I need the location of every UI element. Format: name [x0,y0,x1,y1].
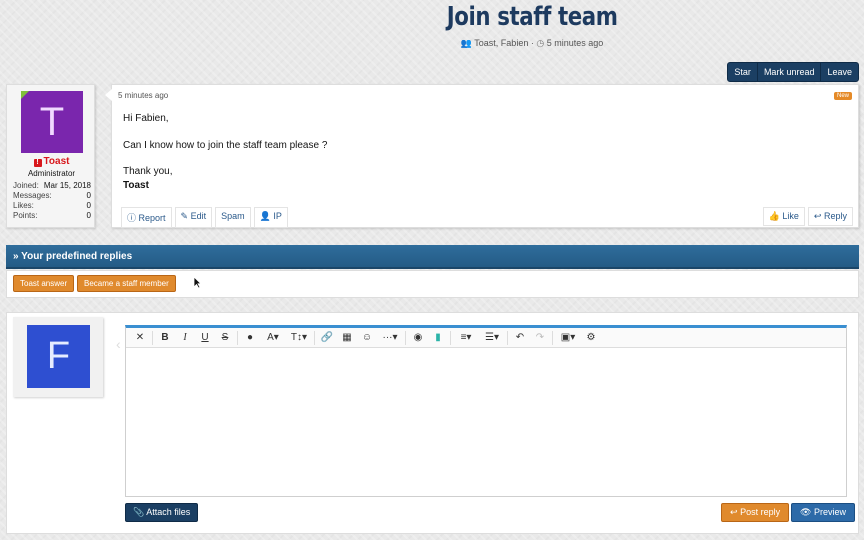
stat-row: Joined: Mar 15, 2018 [13,181,91,191]
binoculars-icon[interactable]: ◉ [408,332,428,343]
stat-row: Messages: 0 [13,191,91,201]
font-family-icon[interactable]: A▾ [260,332,286,343]
author-stats: Joined: Mar 15, 2018 Messages: 0 Likes: 0 P… [13,181,91,221]
undo-icon[interactable]: ↶ [510,332,530,343]
message-text: Hi Fabien, Can I know how to join the st… [123,112,327,192]
reply-icon: ↩ [730,507,738,517]
attach-files-button[interactable]: 📎 Attach files [125,503,199,522]
became-staff-button[interactable]: Became a staff member [77,275,176,292]
message-input[interactable] [126,348,846,495]
save-draft-icon[interactable]: ▣▾ [555,332,581,343]
thread-action-group: Star Mark unread Leave [727,62,859,82]
stat-label: Points: [13,211,38,220]
double-chevron-icon: » [13,251,19,262]
avatar-initial: T [39,99,65,144]
image-icon[interactable]: ▦ [337,332,357,343]
ip-button[interactable]: 👤 IP [253,207,288,228]
gear-icon[interactable]: ⚙ [581,332,601,343]
paperclip-icon: 📎 [133,507,145,517]
predefined-replies-title: Your predefined replies [21,251,133,262]
avatar[interactable]: T [21,91,83,153]
mark-unread-button[interactable]: Mark unread [758,63,822,81]
preview-button[interactable]: 👁 Preview [791,503,855,522]
reply-author-card: F [13,317,103,397]
avatar[interactable]: F [27,325,90,388]
author-name[interactable]: ! Toast [7,156,96,167]
spam-button[interactable]: Spam [215,207,251,228]
align-icon[interactable]: ≡▾ [453,332,479,343]
predefined-replies-header[interactable]: » Your predefined replies [6,245,859,269]
new-badge: New [833,92,852,100]
closing: Thank you, [123,166,173,177]
link-icon[interactable]: 🔗 [317,332,337,343]
author-card: T ! Toast Administrator Joined: Mar 15, 20… [6,84,95,228]
more-icon[interactable]: ···▾ [377,332,403,343]
predefined-replies-panel: Toast answer Became a staff member [6,270,859,298]
list-icon[interactable]: ☰▾ [479,332,505,343]
online-indicator [21,91,29,99]
clock-icon: ◷ [536,38,545,48]
mouse-cursor-icon [193,276,202,289]
thread-meta: 👥 Toast, Fabien · ◷ 5 minutes ago [460,38,604,48]
post-date[interactable]: 5 minutes ago [118,91,168,100]
participants: Toast, Fabien [474,38,529,48]
stat-value: 0 [86,191,91,200]
edit-button[interactable]: ✎ Edit [174,207,213,228]
avatar-initial: F [46,335,71,377]
report-button[interactable]: ⓘ Report [121,207,172,228]
editor-toolbar: ✕ B I U S ● A▾ T↕▾ 🔗 ▦ ☺ ···▾ ◉ ▮ ≡▾ ☰▾ … [126,328,846,348]
stat-value: Mar 15, 2018 [43,181,91,190]
message-editor: ‹ ✕ B I U S ● A▾ T↕▾ 🔗 ▦ ☺ ···▾ ◉ ▮ ≡▾ ☰… [116,325,847,497]
italic-icon[interactable]: I [175,332,195,343]
stat-row: Points: 0 [13,211,91,221]
users-icon: 👥 [460,38,472,48]
eraser-icon[interactable]: ✕ [130,332,150,343]
info-icon: ⓘ [127,213,137,223]
stat-label: Likes: [13,201,34,210]
stat-row: Likes: 0 [13,201,91,211]
author-role: Administrator [27,169,76,178]
author-name-text: Toast [43,156,70,167]
color-drop-icon[interactable]: ● [240,332,260,343]
alert-icon: ! [33,159,42,167]
redo-icon[interactable]: ↷ [530,332,550,343]
user-icon: 👤 [259,211,271,221]
stat-value: 0 [86,201,91,210]
leave-button[interactable]: Leave [821,63,858,81]
page-title: Join staff team [446,2,618,32]
thumbs-up-icon: 👍 [768,211,780,221]
pencil-icon: ✎ [180,211,189,221]
stat-label: Messages: [13,191,52,200]
like-button[interactable]: 👍 Like [762,207,805,226]
strikethrough-icon[interactable]: S [215,332,235,343]
stat-value: 0 [86,211,91,220]
post-actions-right: 👍 Like ↩ Reply [762,207,853,226]
stat-label: Joined: [13,181,39,190]
message-body: 5 minutes ago New Hi Fabien, Can I know … [105,84,859,228]
page-header: Join staff team [0,2,864,32]
document-icon[interactable]: ▮ [428,332,448,343]
underline-icon[interactable]: U [195,332,215,343]
toast-answer-button[interactable]: Toast answer [13,275,75,292]
smiley-icon[interactable]: ☺ [357,332,377,343]
reply-button[interactable]: ↩ Reply [807,207,853,226]
eye-icon: 👁 [800,507,812,517]
greeting: Hi Fabien, [123,113,169,124]
bold-icon[interactable]: B [155,332,175,343]
font-size-icon[interactable]: T↕▾ [286,332,312,343]
quick-reply-form: F ‹ ✕ B I U S ● A▾ T↕▾ 🔗 ▦ ☺ ···▾ ◉ ▮ ≡▾… [6,312,859,534]
post-reply-button[interactable]: ↩ Post reply [721,503,790,522]
message-post: T ! Toast Administrator Joined: Mar 15, 20… [6,84,859,228]
message-line: Can I know how to join the staff team pl… [123,139,328,151]
post-actions: ⓘ Report ✎ Edit Spam 👤 IP [121,207,288,228]
reply-icon: ↩ [813,211,822,221]
star-button[interactable]: Star [728,63,758,81]
thread-time: 5 minutes ago [546,38,604,48]
signature: Toast [123,179,149,191]
